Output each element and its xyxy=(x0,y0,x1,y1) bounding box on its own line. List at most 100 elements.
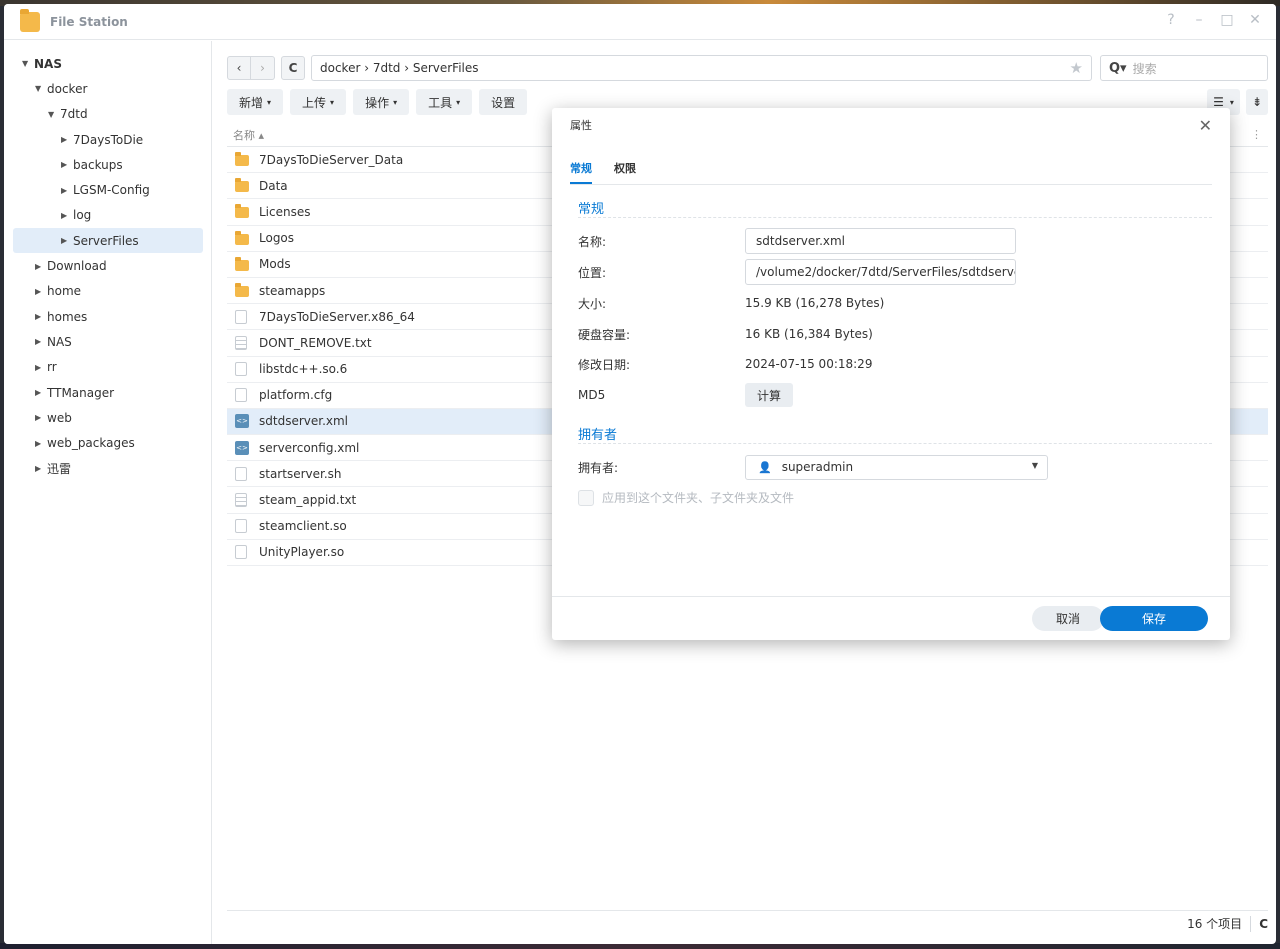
tab-general[interactable]: 常规 xyxy=(570,156,592,184)
sort-icon: ⇟ xyxy=(1251,95,1262,109)
modified-value: 2024-07-15 00:18:29 xyxy=(745,357,873,371)
sidebar-item-homes[interactable]: ▶ homes xyxy=(4,304,211,329)
folder-icon xyxy=(235,152,249,167)
expand-down-icon[interactable]: ▼ xyxy=(48,110,60,119)
file-name: Logos xyxy=(259,231,295,246)
sidebar-item-label: docker xyxy=(47,81,88,96)
location-field[interactable]: /volume2/docker/7dtd/ServerFiles/sdtdser… xyxy=(745,259,1016,285)
star-icon[interactable]: ★ xyxy=(1070,59,1083,77)
status-bar: 16 个项目 C xyxy=(227,910,1268,936)
section-general-title: 常规 xyxy=(578,198,1212,218)
sidebar-item-label: home xyxy=(47,284,82,299)
refresh-button[interactable]: C xyxy=(281,56,305,80)
sidebar-item-label: log xyxy=(73,208,92,223)
sidebar-item-log[interactable]: ▶ log xyxy=(4,203,211,228)
sidebar-item-ttmanager[interactable]: ▶ TTManager xyxy=(4,380,211,405)
sidebar-item-backups[interactable]: ▶ backups xyxy=(4,152,211,177)
expand-right-icon[interactable]: ▶ xyxy=(61,135,73,144)
minimize-icon[interactable]: – xyxy=(1192,12,1206,28)
sidebar-item-rr[interactable]: ▶ rr xyxy=(4,355,211,380)
location-label: 位置: xyxy=(578,265,607,280)
xml-file-icon: <> xyxy=(235,440,249,455)
search-input[interactable]: Q▾ 搜索 xyxy=(1100,55,1268,81)
path-bar[interactable]: docker › 7dtd › ServerFiles ★ xyxy=(311,55,1092,81)
expand-right-icon[interactable]: ▶ xyxy=(35,262,47,271)
expand-right-icon[interactable]: ▶ xyxy=(61,236,73,245)
owner-select[interactable]: 👤 superadmin ▼ xyxy=(745,454,1048,480)
chevron-down-icon: ▾ xyxy=(1229,97,1234,107)
sidebar-item-nas[interactable]: ▶ NAS xyxy=(4,329,211,354)
dialog-tabs: 常规 权限 xyxy=(570,156,1212,185)
file-name: libstdc++.so.6 xyxy=(259,362,348,377)
expand-right-icon[interactable]: ▶ xyxy=(35,464,47,473)
disk-label: 硬盘容量: xyxy=(578,327,631,342)
modified-label: 修改日期: xyxy=(578,357,631,372)
calculate-button[interactable]: 计算 xyxy=(745,383,793,407)
expand-right-icon[interactable]: ▶ xyxy=(61,186,73,195)
tools-button[interactable]: 工具 ▾ xyxy=(416,89,473,115)
close-icon[interactable]: ✕ xyxy=(1248,12,1262,28)
folder-icon xyxy=(235,178,249,193)
sort-button[interactable]: ⇟ xyxy=(1245,89,1268,115)
sidebar-item--[interactable]: ▶ 迅雷 xyxy=(4,456,211,481)
expand-right-icon[interactable]: ▶ xyxy=(35,388,47,397)
expand-right-icon[interactable]: ▶ xyxy=(61,160,73,169)
more-icon[interactable]: ⋮ xyxy=(1251,128,1262,141)
refresh-icon[interactable]: C xyxy=(1259,917,1268,931)
expand-right-icon[interactable]: ▶ xyxy=(35,337,47,346)
upload-button[interactable]: 上传 ▾ xyxy=(290,89,347,115)
file-name: sdtdserver.xml xyxy=(259,414,349,429)
expand-right-icon[interactable]: ▶ xyxy=(35,312,47,321)
expand-right-icon[interactable]: ▶ xyxy=(35,287,47,296)
sidebar-item-label: LGSM-Config xyxy=(73,183,150,198)
column-header-name[interactable]: 名称 ▴ xyxy=(233,127,264,143)
text-file-icon xyxy=(235,335,247,350)
sidebar-item-home[interactable]: ▶ home xyxy=(4,279,211,304)
dialog-header[interactable]: 属性 ✕ xyxy=(552,108,1230,142)
sidebar-item-lgsm-config[interactable]: ▶ LGSM-Config xyxy=(4,177,211,202)
sidebar-item-7daystodie[interactable]: ▶ 7DaysToDie xyxy=(4,127,211,152)
md5-row: MD5 计算 xyxy=(578,382,1212,408)
section-owner-title: 拥有者 xyxy=(578,424,1212,444)
sidebar-item-docker[interactable]: ▼ docker xyxy=(4,76,211,101)
apply-recursive-row: 应用到这个文件夹、子文件夹及文件 xyxy=(578,489,794,506)
forward-button[interactable]: › xyxy=(251,56,275,80)
close-icon[interactable]: ✕ xyxy=(1199,116,1212,135)
expand-right-icon[interactable]: ▶ xyxy=(35,363,47,372)
maximize-icon[interactable]: □ xyxy=(1220,12,1234,28)
tab-permissions[interactable]: 权限 xyxy=(614,156,636,184)
action-button[interactable]: 操作 ▾ xyxy=(353,89,410,115)
file-name: Mods xyxy=(259,257,291,272)
sidebar-item-serverfiles[interactable]: ▶ ServerFiles xyxy=(13,228,203,254)
chevron-down-icon: ▼ xyxy=(1031,460,1038,470)
sidebar-item-7dtd[interactable]: ▼ 7dtd xyxy=(4,102,211,127)
help-icon[interactable]: ? xyxy=(1164,12,1178,28)
expand-right-icon[interactable]: ▶ xyxy=(35,413,47,422)
title-bar[interactable]: File Station ? – □ ✕ xyxy=(4,4,1276,40)
folder-icon xyxy=(235,204,249,219)
name-field[interactable]: sdtdserver.xml xyxy=(745,228,1016,254)
sidebar-item-download[interactable]: ▶ Download xyxy=(4,253,211,278)
sidebar-item-web-packages[interactable]: ▶ web_packages xyxy=(4,430,211,455)
expand-right-icon[interactable]: ▶ xyxy=(35,439,47,448)
sidebar-item-label: backups xyxy=(73,157,123,172)
owner-row: 拥有者: 👤 superadmin ▼ xyxy=(578,454,1212,480)
sidebar-item-label: TTManager xyxy=(47,385,115,400)
sidebar-item-web[interactable]: ▶ web xyxy=(4,405,211,430)
save-button[interactable]: 保存 xyxy=(1100,606,1208,631)
size-label: 大小: xyxy=(578,296,607,311)
cancel-button[interactable]: 取消 xyxy=(1032,606,1104,631)
expand-down-icon[interactable]: ▼ xyxy=(35,84,47,93)
expand-right-icon[interactable]: ▶ xyxy=(61,211,73,220)
file-name: startserver.sh xyxy=(259,466,342,481)
back-button[interactable]: ‹ xyxy=(227,56,251,80)
create-button[interactable]: 新增 ▾ xyxy=(227,89,284,115)
sidebar-item-nas[interactable]: ▼ NAS xyxy=(4,51,211,76)
settings-button[interactable]: 设置 xyxy=(479,89,528,115)
file-icon xyxy=(235,309,247,324)
sidebar-item-label: web xyxy=(47,410,72,425)
expand-down-icon[interactable]: ▼ xyxy=(22,59,34,68)
file-name: platform.cfg xyxy=(259,388,333,403)
search-icon[interactable]: Q▾ xyxy=(1109,61,1127,76)
apply-recursive-checkbox[interactable] xyxy=(578,489,594,506)
